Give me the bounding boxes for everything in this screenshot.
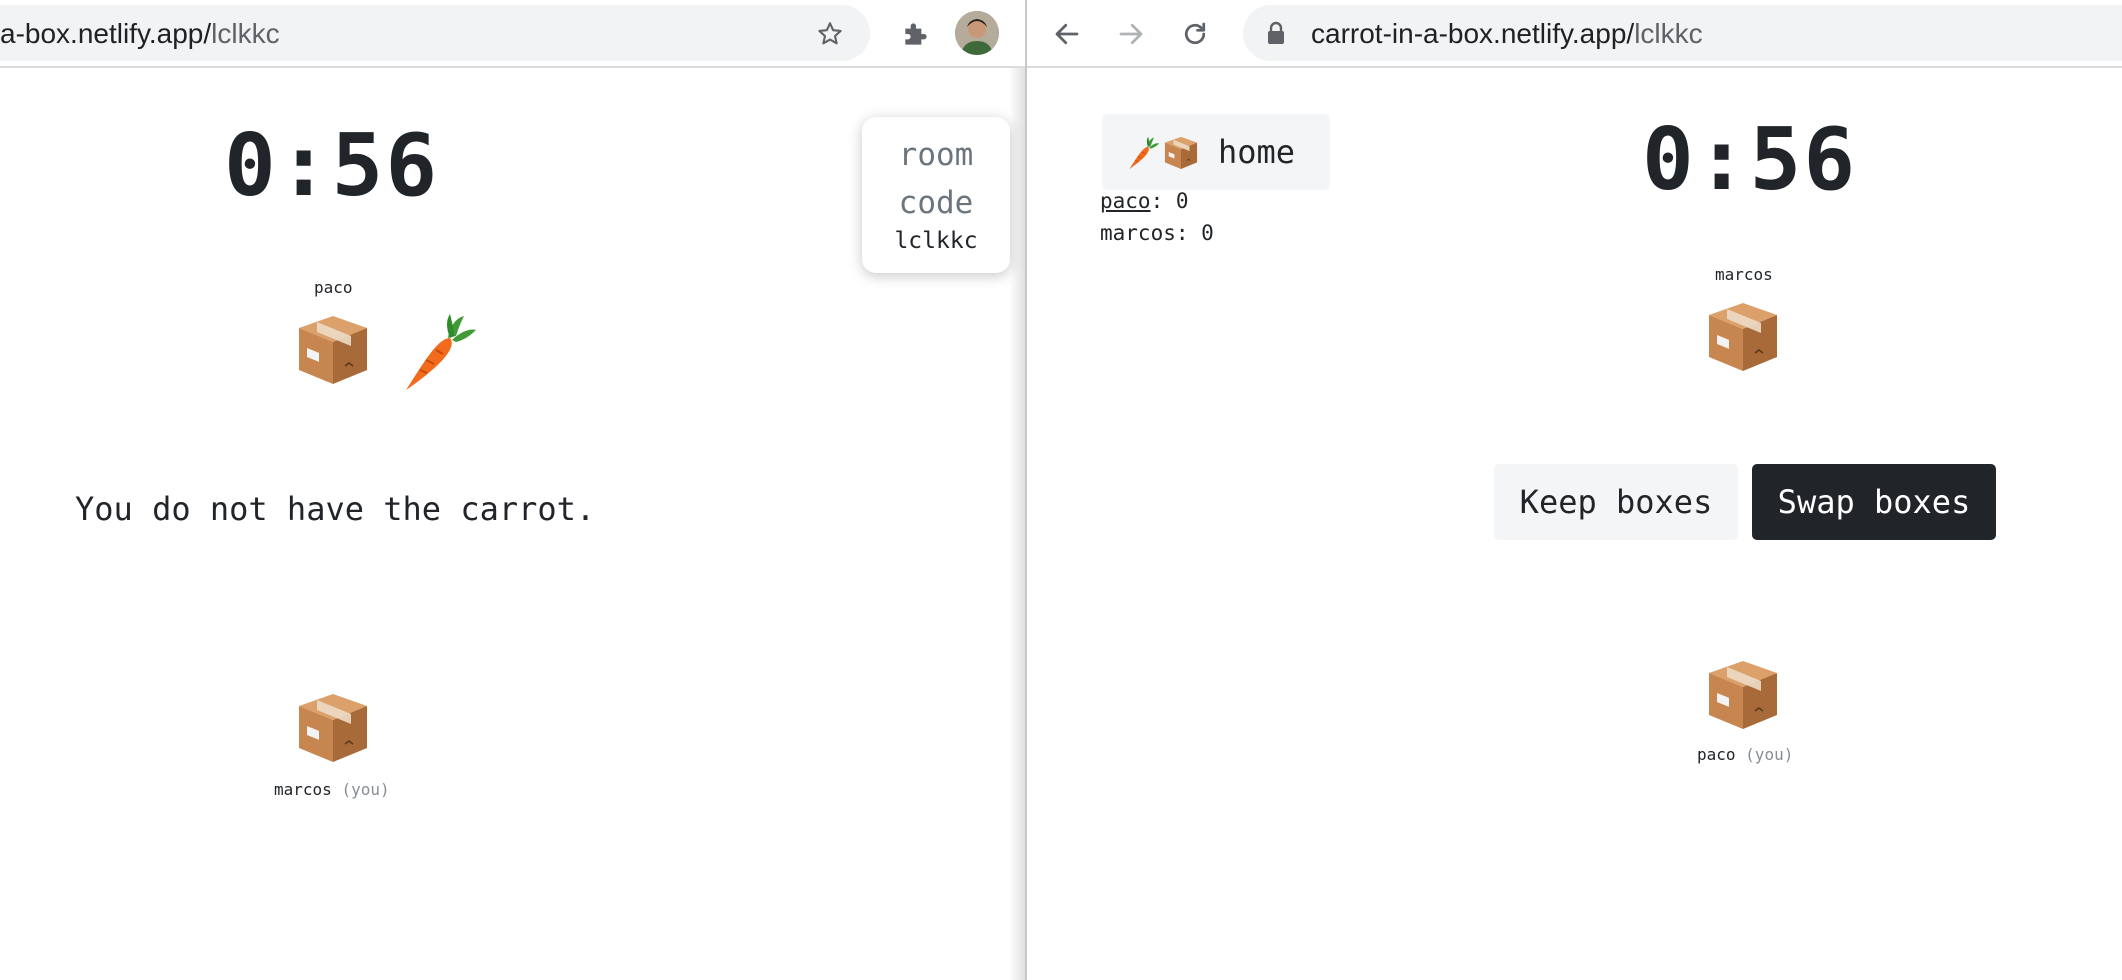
swap-boxes-button[interactable]: Swap boxes <box>1752 464 1996 540</box>
lock-icon <box>1263 20 1289 46</box>
timer: 0:56 <box>224 116 440 216</box>
back-arrow-icon[interactable] <box>1047 14 1087 54</box>
box-icon <box>1164 135 1198 170</box>
left-url: a-box.netlify.app/lclkkc <box>0 18 280 49</box>
score-name: paco <box>1100 189 1151 213</box>
self-name: paco <box>1697 745 1736 764</box>
opponent-box-icon <box>297 312 369 386</box>
right-browser-window: carrot-in-a-box.netlify.app/lclkkc home … <box>1025 0 2122 980</box>
opponent-name: paco <box>314 278 353 297</box>
score-row-paco: paco: 0 <box>1100 189 1189 213</box>
forward-arrow-icon[interactable] <box>1111 14 1151 54</box>
right-address-bar[interactable]: carrot-in-a-box.netlify.app/lclkkc <box>1243 5 2122 61</box>
reload-icon[interactable] <box>1175 14 1215 54</box>
left-address-bar[interactable]: a-box.netlify.app/lclkkc <box>0 5 870 61</box>
left-browser-toolbar: a-box.netlify.app/lclkkc <box>0 0 1025 68</box>
right-browser-toolbar: carrot-in-a-box.netlify.app/lclkkc <box>1027 0 2122 68</box>
room-code-label-1: room <box>898 137 974 173</box>
score-value: : 0 <box>1175 221 1214 245</box>
opponent-name: marcos <box>1715 265 1773 284</box>
home-label: home <box>1218 133 1296 171</box>
keep-boxes-button[interactable]: Keep boxes <box>1494 464 1738 540</box>
you-tag: (you) <box>341 780 390 799</box>
carrot-icon <box>1126 134 1160 170</box>
pane-divider-shadow <box>1009 68 1025 980</box>
own-box-icon <box>1707 657 1779 731</box>
puzzle-icon[interactable] <box>898 16 934 52</box>
avatar[interactable] <box>955 11 999 55</box>
carrot-icon <box>398 308 478 392</box>
room-code-label-2: code <box>898 185 974 221</box>
self-name-label: paco (you) <box>1697 745 1793 764</box>
self-name: marcos <box>274 780 332 799</box>
left-browser-window: a-box.netlify.app/lclkkc 0:56 paco You d… <box>0 0 1025 980</box>
you-tag: (you) <box>1745 745 1794 764</box>
timer: 0:56 <box>1642 110 1858 210</box>
star-icon[interactable] <box>815 19 845 49</box>
score-value: : 0 <box>1150 189 1189 213</box>
opponent-box-icon <box>1707 299 1779 373</box>
own-box-icon <box>297 690 369 764</box>
room-code-value: lclkkc <box>894 228 978 254</box>
score-name: marcos <box>1100 221 1176 245</box>
status-message: You do not have the carrot. <box>75 490 596 528</box>
right-url: carrot-in-a-box.netlify.app/lclkkc <box>1311 18 1703 49</box>
room-code-card: room code lclkkc <box>862 117 1010 273</box>
home-button[interactable]: home <box>1102 114 1330 190</box>
score-row-marcos: marcos: 0 <box>1100 221 1214 245</box>
self-name-label: marcos (you) <box>274 780 390 799</box>
